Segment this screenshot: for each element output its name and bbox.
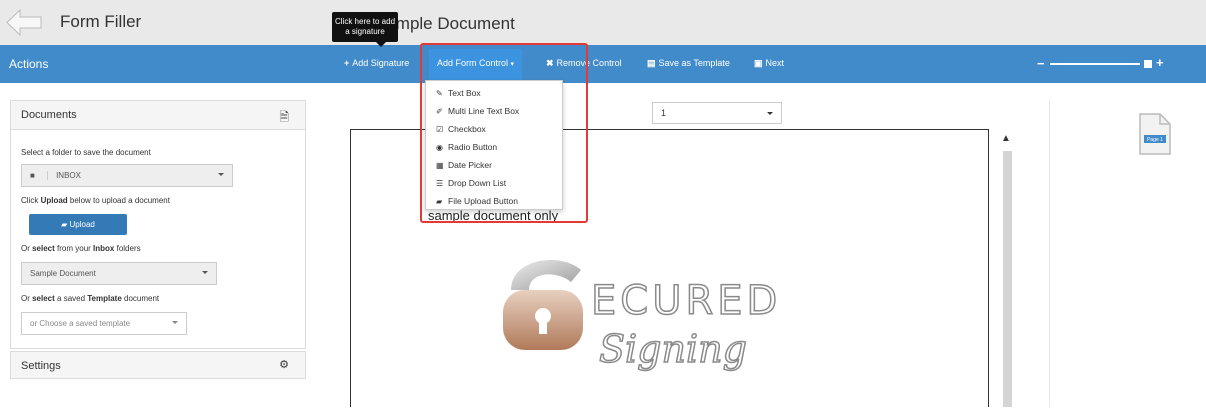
inbox-document-select[interactable]: Sample Document [21, 262, 217, 285]
folder-select[interactable]: ■ INBOX [21, 164, 233, 187]
app-title: Form Filler [60, 12, 142, 31]
template-select[interactable]: or Choose a saved template [21, 312, 187, 335]
folder-icon: ■ [30, 171, 35, 180]
logo-word-ecured: ECURED [591, 278, 781, 324]
scrollbar-thumb[interactable] [1003, 151, 1012, 407]
list-icon: ☰ [436, 179, 444, 188]
inbox-hint: Or select from your Inbox folders [21, 244, 141, 253]
edit-icon: ✐ [436, 107, 443, 116]
menu-item-text-box[interactable]: ✎ Text Box [436, 88, 481, 98]
thumbnail-divider [1049, 100, 1050, 407]
calendar-icon: ▦ [436, 161, 444, 170]
page-thumbnail-label: Page 1 [1147, 137, 1163, 143]
sample-document-text: sample document only [428, 208, 559, 223]
caret-down-icon [202, 271, 208, 274]
next-button[interactable]: ▣ Next [754, 58, 784, 69]
menu-item-checkbox[interactable]: ☑ Checkbox [436, 124, 486, 134]
settings-panel-header[interactable]: Settings ⚙ [10, 351, 306, 379]
page-select[interactable]: 1 [652, 102, 782, 124]
zoom-in-icon[interactable]: + [1156, 55, 1164, 70]
save-icon: ▤ [647, 58, 656, 68]
actions-label: Actions [9, 57, 49, 71]
document-icon: 🗎 [279, 110, 289, 124]
folder-open-icon: ▰ [436, 197, 443, 206]
menu-item-file-upload-button[interactable]: ▰ File Upload Button [436, 196, 518, 206]
documents-panel-header[interactable]: Documents 🗎 [11, 101, 305, 130]
page-thumbnail[interactable]: Page 1 [1138, 113, 1172, 155]
documents-panel: Documents 🗎 Select a folder to save the … [10, 100, 306, 349]
remove-control-button[interactable]: ✖ Remove Control [546, 58, 622, 69]
radio-icon: ◉ [436, 143, 443, 152]
menu-item-drop-down-list[interactable]: ☰ Drop Down List [436, 178, 506, 188]
pencil-icon: ✎ [436, 89, 443, 98]
upload-hint: Click Upload below to upload a document [21, 196, 170, 205]
select-folder-label: Select a folder to save the document [21, 148, 151, 157]
caret-down-icon [767, 112, 773, 115]
menu-item-multi-line-text-box[interactable]: ✐ Multi Line Text Box [436, 106, 519, 116]
menu-item-date-picker[interactable]: ▦ Date Picker [436, 160, 492, 170]
zoom-slider-handle[interactable] [1144, 60, 1152, 68]
logo-word-signing: Signing [599, 327, 747, 371]
back-arrow-icon[interactable] [6, 9, 42, 36]
upload-button[interactable]: ▰ Upload [29, 214, 127, 235]
next-icon: ▣ [754, 58, 763, 68]
add-signature-button[interactable]: + Add Signature [344, 58, 409, 68]
save-as-template-button[interactable]: ▤ Save as Template [647, 58, 730, 69]
zoom-out-icon[interactable]: − [1037, 56, 1045, 71]
document-scrollbar[interactable]: ▲ [1001, 129, 1015, 407]
gears-icon: ⚙ [279, 359, 289, 371]
add-signature-tooltip: Click here to add a signature [332, 12, 398, 47]
top-bar: Form Filler Sample Document [0, 0, 1206, 45]
checkbox-icon: ☑ [436, 125, 444, 134]
form-control-dropdown: ✎ Text Box ✐ Multi Line Text Box ☑ Checkbox ◉ R… [425, 80, 563, 210]
times-icon: ✖ [546, 58, 554, 68]
action-bar: Actions + Add Signature Add Form Control … [0, 45, 1206, 83]
menu-item-radio-button[interactable]: ◉ Radio Button [436, 142, 497, 152]
chevron-up-icon[interactable]: ▲ [1001, 133, 1011, 144]
add-form-control-button[interactable]: Add Form Control ▾ [429, 49, 523, 83]
caret-down-icon [172, 321, 178, 324]
template-hint: Or select a saved Template document [21, 294, 160, 303]
folder-open-icon: ▰ [61, 220, 68, 229]
caret-down-icon [218, 173, 224, 176]
plus-icon: + [344, 58, 350, 68]
zoom-slider-track[interactable] [1050, 63, 1140, 65]
caret-down-icon: ▾ [510, 61, 515, 68]
